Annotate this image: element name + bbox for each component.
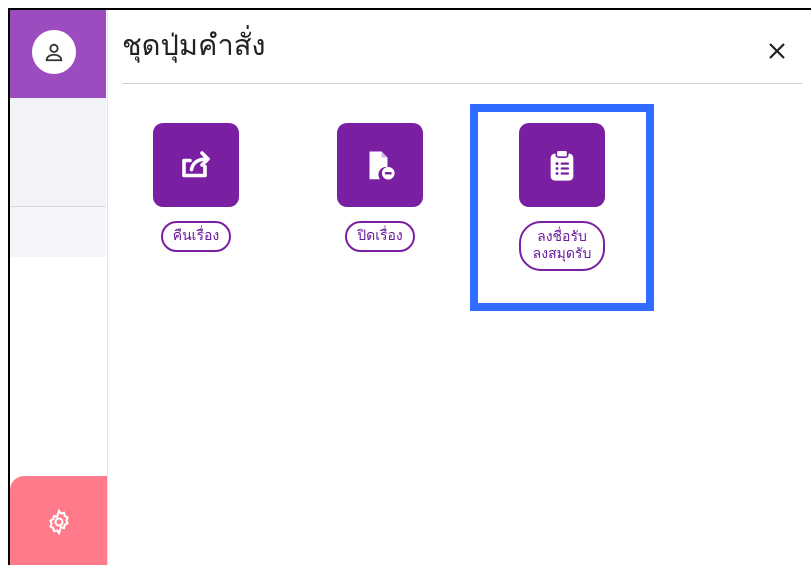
command-panel: ชุดปุ่มคำสั่ง คืนเรื่อง ปิดเรื่อง ลงชื่อ… [107,10,811,565]
sidebar [10,10,108,565]
file-remove-icon [369,151,395,180]
close-case-tile[interactable] [337,123,423,207]
panel-title: ชุดปุ่มคำสั่ง [122,28,266,62]
command-return: คืนเรื่อง [131,123,261,252]
command-close-case: ปิดเรื่อง [315,123,445,252]
sidebar-menu-area [10,98,106,207]
close-icon [769,43,785,59]
return-button[interactable]: คืนเรื่อง [160,221,232,252]
user-icon [45,43,63,62]
gear-icon [49,508,69,536]
share-return-icon [182,151,210,178]
settings-button[interactable] [10,476,108,565]
return-tile[interactable] [153,123,239,207]
highlight-box [470,104,654,311]
close-case-button[interactable]: ปิดเรื่อง [345,221,415,252]
sidebar-menu-area-2 [10,207,106,257]
app-window: ชุดปุ่มคำสั่ง คืนเรื่อง ปิดเรื่อง ลงชื่อ… [8,8,811,565]
sidebar-header [10,10,106,98]
avatar[interactable] [32,30,76,74]
title-divider [122,83,802,84]
close-button[interactable] [762,36,792,66]
